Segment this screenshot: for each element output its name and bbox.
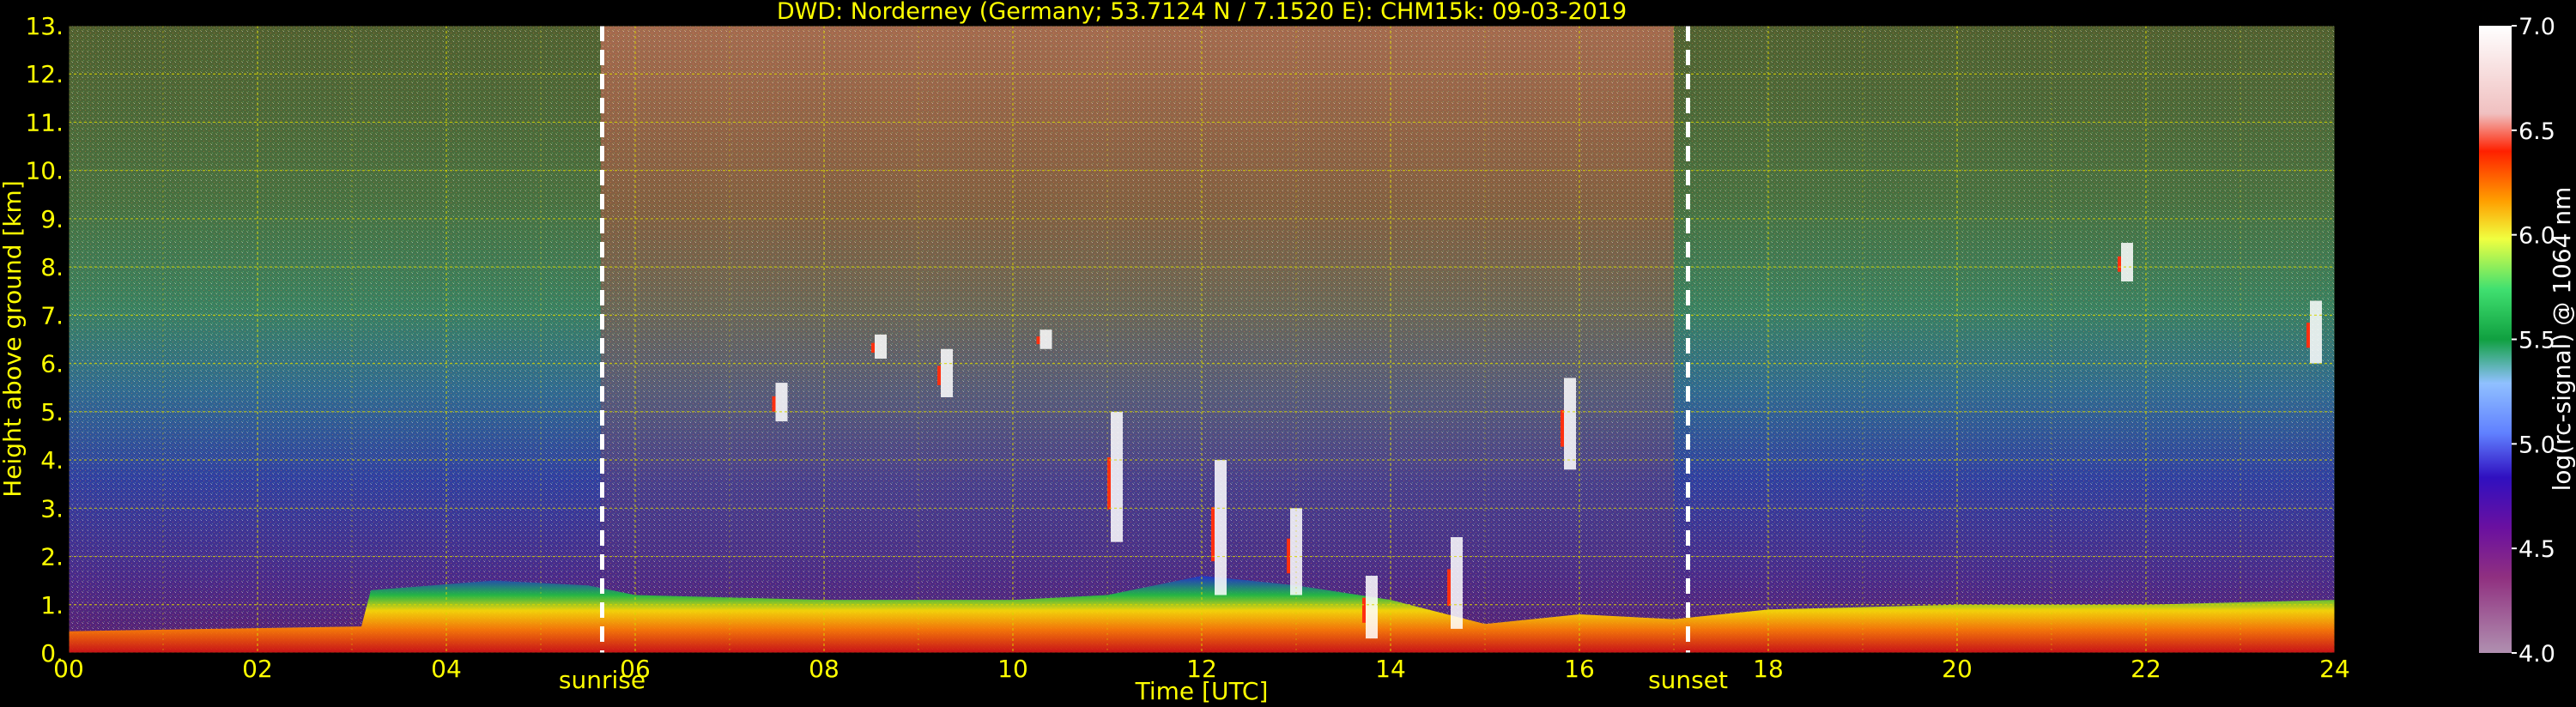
cloud-feature-edge	[1107, 456, 1111, 510]
x-tick-label: 18	[1753, 655, 1784, 683]
cloud-feature-edge	[1211, 507, 1215, 562]
cloud-feature	[775, 383, 788, 422]
cloud-feature-edge	[1447, 569, 1451, 607]
x-axis-label: Time [UTC]	[1135, 677, 1269, 705]
cloud-feature	[1451, 537, 1463, 629]
y-axis-label: Height above ground [km]	[0, 180, 27, 498]
x-tick-label: 20	[1942, 655, 1973, 683]
cloud-feature-edge	[2306, 323, 2310, 348]
y-tick-label: 8.	[40, 253, 64, 281]
sunrise-label: sunrise	[559, 666, 646, 694]
cloud-feature-edge	[772, 396, 776, 412]
cloud-feature	[1215, 460, 1227, 595]
cloud-feature-edge	[871, 342, 875, 353]
x-tick-label: 16	[1564, 655, 1595, 683]
cloud-feature-edge	[1362, 597, 1366, 623]
y-tick-label: 3.	[40, 494, 64, 523]
y-tick-label: 1.	[40, 591, 64, 619]
colorbar-tick-label: 4.0	[2518, 641, 2555, 668]
chart-title: DWD: Norderney (Germany; 53.7124 N / 7.1…	[777, 0, 1627, 25]
cloud-feature-edge	[937, 366, 941, 385]
cloud-feature	[875, 334, 887, 359]
y-tick-label: 9.	[40, 205, 64, 233]
x-tick-label: 08	[809, 655, 839, 683]
y-tick-label: 5.	[40, 398, 64, 426]
cloud-feature-edge	[2118, 256, 2121, 272]
colorbar-tick-label: 4.5	[2518, 536, 2555, 563]
plot-area	[69, 26, 2335, 653]
colorbar-tick-label: 6.5	[2518, 118, 2555, 145]
cloud-feature	[1564, 378, 1576, 470]
cloud-feature	[1366, 576, 1378, 639]
colorbar-label: log(rc-signal) @ 1064 nm	[2548, 187, 2576, 492]
y-tick-label: 0.	[40, 639, 64, 668]
y-tick-label: 10.	[25, 157, 64, 185]
sunset-label: sunset	[1648, 666, 1728, 694]
colorbar-tick-label: 7.0	[2518, 14, 2555, 40]
cloud-feature	[2121, 243, 2133, 282]
x-tick-label: 10	[997, 655, 1028, 683]
cloud-feature	[1039, 329, 1052, 349]
x-tick-label: 24	[2319, 655, 2350, 683]
y-tick-label: 7.	[40, 301, 64, 329]
y-tick-label: 6.	[40, 350, 64, 378]
x-tick-label: 14	[1375, 655, 1406, 683]
cloud-feature	[1111, 411, 1123, 542]
y-tick-label: 13.	[25, 12, 64, 40]
cloud-feature-edge	[1561, 409, 1564, 447]
ceilometer-chart: 00 02 04 06 08 10 12 14 16 18 20 22 24 0.1.2.3.4.5.6…	[0, 0, 2576, 705]
x-tick-label: 02	[242, 655, 273, 683]
x-tick-label: 22	[2131, 655, 2161, 683]
colorbar	[2479, 26, 2512, 653]
cloud-feature	[941, 348, 953, 397]
y-tick-label: 2.	[40, 543, 64, 571]
y-tick-label: 4.	[40, 446, 64, 474]
y-tick-label: 12.	[25, 60, 64, 88]
cloud-feature	[2310, 300, 2322, 364]
cloud-feature-edge	[1036, 336, 1040, 345]
y-tick-label: 11.	[25, 108, 64, 136]
x-tick-label: 04	[431, 655, 462, 683]
